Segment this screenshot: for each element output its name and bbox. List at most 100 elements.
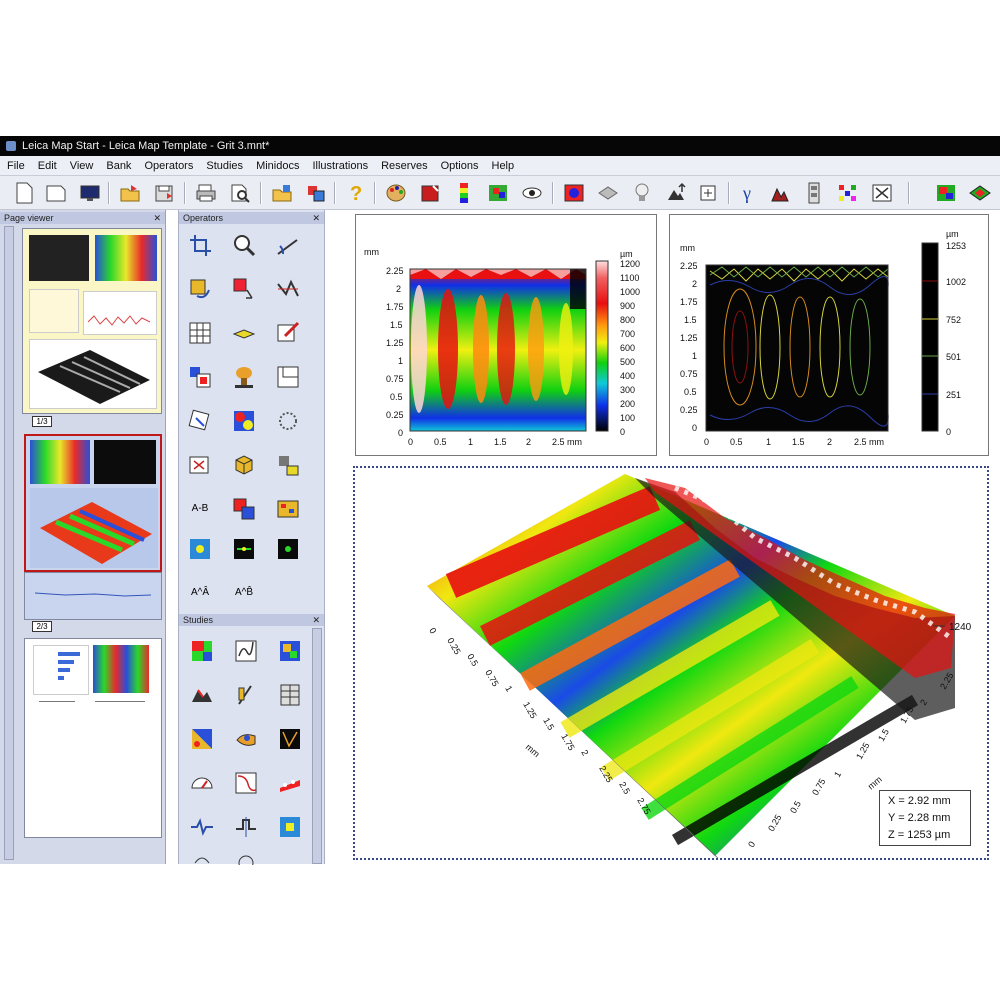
page-thumbnail-1[interactable] bbox=[22, 228, 162, 414]
fill-icon[interactable] bbox=[187, 276, 213, 302]
transform-icon[interactable] bbox=[231, 276, 257, 302]
page-thumbnail-3[interactable] bbox=[24, 638, 162, 838]
page-number-2[interactable]: 2/3 bbox=[32, 621, 52, 632]
grid-colors-icon[interactable] bbox=[836, 181, 860, 205]
surface-icon[interactable] bbox=[596, 181, 620, 205]
menu-illustrations[interactable]: Illustrations bbox=[305, 156, 374, 175]
import-icon[interactable] bbox=[270, 181, 294, 205]
3d-study-icon[interactable] bbox=[189, 682, 215, 708]
contour-study-icon[interactable] bbox=[233, 638, 259, 664]
threshold-icon[interactable] bbox=[275, 276, 301, 302]
operator-a1[interactable]: A^Â bbox=[187, 580, 213, 606]
operator-a2[interactable]: A^B̂ bbox=[231, 580, 257, 606]
contour-map-plot: mm 2.25 2 1.75 1.5 1.25 1 0.75 0.5 0.25 … bbox=[680, 229, 966, 447]
patch-icon[interactable] bbox=[275, 496, 301, 522]
filter-icon[interactable] bbox=[231, 536, 257, 562]
menu-minidocs[interactable]: Minidocs bbox=[249, 156, 305, 175]
more-study-icon[interactable] bbox=[189, 852, 215, 878]
mix-icon[interactable] bbox=[231, 408, 257, 434]
merge-icon[interactable] bbox=[231, 496, 257, 522]
contour-map-frame[interactable]: mm 2.25 2 1.75 1.5 1.25 1 0.75 0.5 0.25 … bbox=[669, 214, 989, 456]
film-icon[interactable] bbox=[802, 181, 826, 205]
gamma-icon[interactable]: γ bbox=[736, 181, 760, 205]
close-icon[interactable]: ✕ bbox=[312, 614, 320, 626]
menu-operators[interactable]: Operators bbox=[137, 156, 199, 175]
menu-bank[interactable]: Bank bbox=[99, 156, 137, 175]
studies-scrollbar[interactable] bbox=[312, 628, 322, 864]
step-study-icon[interactable] bbox=[189, 814, 215, 840]
profile-icon[interactable] bbox=[768, 181, 792, 205]
page-number-1[interactable]: 1/3 bbox=[32, 416, 52, 427]
svg-text:0: 0 bbox=[746, 840, 757, 849]
color-map-study-icon[interactable] bbox=[189, 638, 215, 664]
menu-help[interactable]: Help bbox=[485, 156, 521, 175]
menu-studies[interactable]: Studies bbox=[199, 156, 249, 175]
print-icon[interactable] bbox=[194, 181, 218, 205]
peak-study-icon[interactable] bbox=[233, 814, 259, 840]
grid-operator-icon[interactable] bbox=[187, 320, 213, 346]
zoom-icon[interactable] bbox=[231, 232, 257, 258]
photo-study-icon[interactable] bbox=[277, 638, 303, 664]
menu-edit[interactable]: Edit bbox=[31, 156, 63, 175]
fill-holes-icon[interactable] bbox=[231, 364, 257, 390]
studiable-icon[interactable] bbox=[934, 181, 958, 205]
crop-icon[interactable] bbox=[187, 232, 213, 258]
fft-icon[interactable] bbox=[187, 536, 213, 562]
thumb-image bbox=[95, 235, 157, 281]
extract-icon[interactable] bbox=[275, 364, 301, 390]
measure-study-icon[interactable] bbox=[233, 682, 259, 708]
frame-icon[interactable] bbox=[696, 181, 720, 205]
svg-text:1.5: 1.5 bbox=[390, 320, 403, 330]
page-viewer-scrollbar[interactable] bbox=[4, 226, 14, 860]
rotate-icon[interactable] bbox=[187, 408, 213, 434]
cube-icon[interactable] bbox=[231, 452, 257, 478]
spot-icon[interactable] bbox=[275, 536, 301, 562]
gauge-study-icon[interactable] bbox=[189, 770, 215, 796]
fft-study-icon[interactable] bbox=[277, 814, 303, 840]
palette-icon[interactable] bbox=[384, 181, 408, 205]
menu-reserves[interactable]: Reserves bbox=[374, 156, 433, 175]
binarize-icon[interactable] bbox=[275, 408, 301, 434]
close-icon[interactable]: ✕ bbox=[312, 212, 320, 224]
light-icon[interactable] bbox=[630, 181, 654, 205]
table-study-icon[interactable] bbox=[277, 682, 303, 708]
print-preview-icon[interactable] bbox=[228, 181, 252, 205]
subtract-operator[interactable]: A-B bbox=[187, 496, 213, 522]
diagonal-study-icon[interactable] bbox=[189, 726, 215, 752]
close-frame-icon[interactable] bbox=[870, 181, 894, 205]
level-icon[interactable] bbox=[275, 232, 301, 258]
help-icon[interactable]: ? bbox=[344, 181, 368, 205]
menu-view[interactable]: View bbox=[63, 156, 100, 175]
page-thumbnail-2-profile[interactable] bbox=[24, 572, 162, 620]
3d-view-icon[interactable] bbox=[968, 181, 992, 205]
display-icon[interactable] bbox=[78, 181, 102, 205]
pour-icon[interactable] bbox=[275, 452, 301, 478]
hand-study-icon[interactable] bbox=[233, 726, 259, 752]
close-icon[interactable]: ✕ bbox=[153, 212, 161, 224]
image-icon[interactable] bbox=[486, 181, 510, 205]
dark-study-icon[interactable] bbox=[277, 726, 303, 752]
render-icon[interactable] bbox=[562, 181, 586, 205]
color-scale-icon[interactable] bbox=[452, 181, 476, 205]
curve-study-icon[interactable] bbox=[233, 770, 259, 796]
retouch-icon[interactable] bbox=[275, 320, 301, 346]
color-map-frame[interactable]: mm 2.25 2 1.75 1.5 1.25 1 0.75 0.5 0.25 … bbox=[355, 214, 657, 456]
menu-file[interactable]: File bbox=[0, 156, 31, 175]
export-icon[interactable] bbox=[304, 181, 328, 205]
page-thumbnail-2[interactable] bbox=[24, 434, 162, 572]
new-page-icon[interactable] bbox=[44, 181, 68, 205]
svg-text:1253: 1253 bbox=[946, 241, 966, 251]
slice-study-icon[interactable] bbox=[277, 770, 303, 796]
menu-options[interactable]: Options bbox=[434, 156, 485, 175]
open-folder-icon[interactable] bbox=[118, 181, 142, 205]
save-icon[interactable] bbox=[152, 181, 176, 205]
more-study-icon[interactable] bbox=[233, 852, 259, 878]
resample-icon[interactable] bbox=[187, 364, 213, 390]
new-document-icon[interactable] bbox=[12, 181, 36, 205]
flatten-icon[interactable] bbox=[231, 320, 257, 346]
erase-icon[interactable] bbox=[187, 452, 213, 478]
eye-icon[interactable] bbox=[520, 181, 544, 205]
zoom-z-icon[interactable] bbox=[664, 181, 688, 205]
svg-text:1002: 1002 bbox=[946, 277, 966, 287]
color-pick-icon[interactable] bbox=[418, 181, 442, 205]
